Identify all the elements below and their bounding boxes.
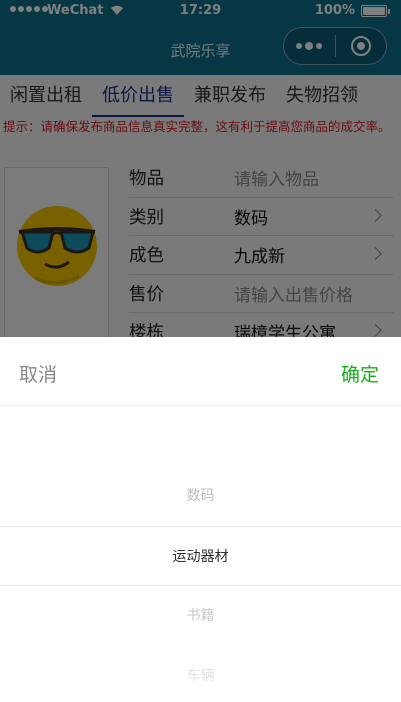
picker-toolbar: 取消 确定 xyxy=(0,337,401,406)
picker-option[interactable]: 书籍 xyxy=(0,586,401,646)
category-picker: 取消 确定 数码 运动器材 书籍 车辆 xyxy=(0,337,401,702)
picker-options[interactable]: 数码 运动器材 书籍 车辆 xyxy=(0,466,401,702)
cancel-button[interactable]: 取消 xyxy=(19,360,57,387)
picker-option[interactable]: 数码 xyxy=(0,466,401,526)
confirm-button[interactable]: 确定 xyxy=(341,360,379,387)
picker-option-selected[interactable]: 运动器材 xyxy=(0,526,401,586)
picker-option[interactable]: 车辆 xyxy=(0,646,401,702)
